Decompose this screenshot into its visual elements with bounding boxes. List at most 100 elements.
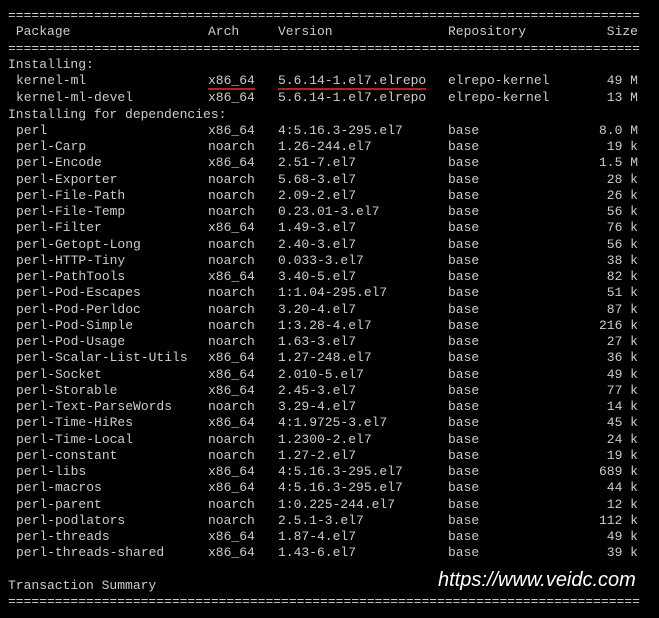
cell-arch: noarch [208, 253, 278, 269]
cell-package: perl-Time-Local [8, 432, 208, 448]
cell-arch: x86_64 [208, 464, 278, 480]
cell-version: 1:1.04-295.el7 [278, 285, 448, 301]
cell-arch: x86_64 [208, 123, 278, 139]
table-row: perl-HTTP-Tinynoarch0.033-3.el7base38 k [8, 253, 651, 269]
table-row: perl-Getopt-Longnoarch2.40-3.el7base56 k [8, 237, 651, 253]
cell-size: 77 k [578, 383, 638, 399]
cell-version: 2.45-3.el7 [278, 383, 448, 399]
cell-repo: base [448, 318, 578, 334]
cell-arch: noarch [208, 334, 278, 350]
cell-package: perl-Filter [8, 220, 208, 236]
cell-version: 4:5.16.3-295.el7 [278, 464, 448, 480]
cell-package: perl-Time-HiRes [8, 415, 208, 431]
cell-size: 87 k [578, 302, 638, 318]
table-row: perl-Storablex86_642.45-3.el7base77 k [8, 383, 651, 399]
table-row: perl-Carpnoarch1.26-244.el7base19 k [8, 139, 651, 155]
cell-arch: noarch [208, 188, 278, 204]
cell-size: 24 k [578, 432, 638, 448]
section-title: Installing for dependencies: [8, 107, 651, 123]
cell-repo: base [448, 237, 578, 253]
table-row: perl-Pod-Perldocnoarch3.20-4.el7base87 k [8, 302, 651, 318]
cell-repo: base [448, 383, 578, 399]
cell-package: kernel-ml-devel [8, 90, 208, 106]
table-row: perl-Text-ParseWordsnoarch3.29-4.el7base… [8, 399, 651, 415]
cell-arch: x86_64 [208, 220, 278, 236]
cell-version: 1:3.28-4.el7 [278, 318, 448, 334]
cell-version: 0.033-3.el7 [278, 253, 448, 269]
table-row: perlx86_644:5.16.3-295.el7base8.0 M [8, 123, 651, 139]
cell-repo: base [448, 204, 578, 220]
header-rule: ========================================… [8, 41, 651, 57]
cell-repo: base [448, 350, 578, 366]
cell-arch: noarch [208, 513, 278, 529]
cell-arch: noarch [208, 237, 278, 253]
cell-repo: elrepo-kernel [448, 90, 578, 106]
cell-version: 1.49-3.el7 [278, 220, 448, 236]
cell-repo: base [448, 497, 578, 513]
cell-repo: base [448, 172, 578, 188]
cell-size: 38 k [578, 253, 638, 269]
cell-repo: base [448, 529, 578, 545]
cell-size: 26 k [578, 188, 638, 204]
cell-arch: x86_64 [208, 269, 278, 285]
cell-size: 49 M [578, 73, 638, 90]
cell-repo: base [448, 399, 578, 415]
cell-size: 8.0 M [578, 123, 638, 139]
cell-version: 1.63-3.el7 [278, 334, 448, 350]
cell-size: 76 k [578, 220, 638, 236]
table-row: perl-Pod-Usagenoarch1.63-3.el7base27 k [8, 334, 651, 350]
table-row: perl-libsx86_644:5.16.3-295.el7base689 k [8, 464, 651, 480]
cell-package: perl-Scalar-List-Utils [8, 350, 208, 366]
cell-version: 3.40-5.el7 [278, 269, 448, 285]
cell-repo: base [448, 334, 578, 350]
cell-arch: noarch [208, 172, 278, 188]
cell-arch: noarch [208, 302, 278, 318]
cell-arch: noarch [208, 204, 278, 220]
cell-version: 1.2300-2.el7 [278, 432, 448, 448]
cell-version: 4:5.16.3-295.el7 [278, 480, 448, 496]
cell-package: perl-threads [8, 529, 208, 545]
cell-arch: x86_64 [208, 545, 278, 561]
cell-size: 689 k [578, 464, 638, 480]
table-row: perl-File-Pathnoarch2.09-2.el7base26 k [8, 188, 651, 204]
cell-package: perl-Getopt-Long [8, 237, 208, 253]
cell-package: perl-parent [8, 497, 208, 513]
cell-version: 5.68-3.el7 [278, 172, 448, 188]
cell-package: perl-Encode [8, 155, 208, 171]
cell-repo: base [448, 188, 578, 204]
table-row: perl-PathToolsx86_643.40-5.el7base82 k [8, 269, 651, 285]
table-row: perl-threadsx86_641.87-4.el7base49 k [8, 529, 651, 545]
cell-version: 1.43-6.el7 [278, 545, 448, 561]
cell-arch: noarch [208, 139, 278, 155]
cell-repo: base [448, 513, 578, 529]
cell-package: perl-macros [8, 480, 208, 496]
cell-size: 49 k [578, 367, 638, 383]
cell-repo: base [448, 480, 578, 496]
cell-repo: base [448, 139, 578, 155]
table-row: perl-Pod-Simplenoarch1:3.28-4.el7base216… [8, 318, 651, 334]
cell-size: 82 k [578, 269, 638, 285]
cell-repo: base [448, 367, 578, 383]
cell-version: 3.29-4.el7 [278, 399, 448, 415]
cell-arch: x86_64 [208, 155, 278, 171]
cell-version: 1.27-248.el7 [278, 350, 448, 366]
cell-size: 216 k [578, 318, 638, 334]
cell-size: 19 k [578, 448, 638, 464]
cell-version: 2.51-7.el7 [278, 155, 448, 171]
top-rule: ========================================… [8, 8, 651, 24]
cell-size: 12 k [578, 497, 638, 513]
table-row: perl-constantnoarch1.27-2.el7base19 k [8, 448, 651, 464]
cell-package: perl-Carp [8, 139, 208, 155]
cell-package: perl-libs [8, 464, 208, 480]
section-title: Installing: [8, 57, 651, 73]
cell-package: perl-Pod-Simple [8, 318, 208, 334]
cell-package: perl [8, 123, 208, 139]
cell-arch: noarch [208, 399, 278, 415]
table-row: perl-Time-HiResx86_644:1.9725-3.el7base4… [8, 415, 651, 431]
cell-repo: base [448, 155, 578, 171]
cell-arch: x86_64 [208, 90, 278, 106]
cell-arch: x86_64 [208, 480, 278, 496]
cell-package: perl-PathTools [8, 269, 208, 285]
cell-size: 28 k [578, 172, 638, 188]
cell-repo: base [448, 269, 578, 285]
